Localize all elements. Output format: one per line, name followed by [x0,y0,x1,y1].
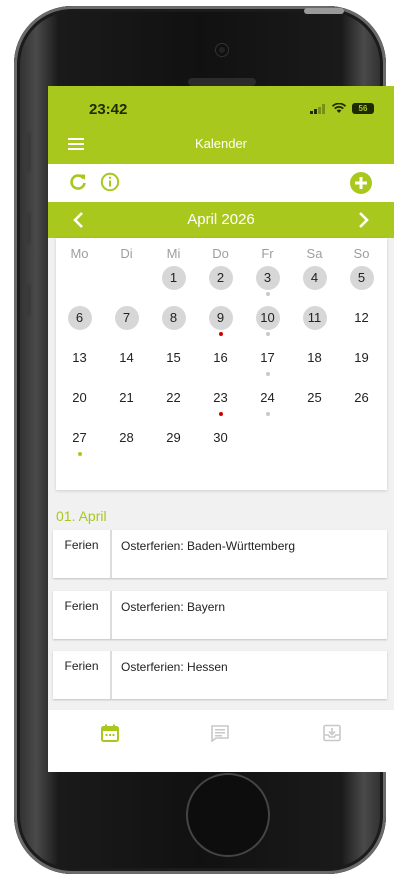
weekday-header: So [353,246,370,261]
calendar-day[interactable]: 29 [162,426,186,450]
event-indicator-dot [265,412,270,416]
weekday-header: Di [120,246,133,261]
calendar-day[interactable]: 14 [115,346,139,370]
earpiece-speaker [188,78,256,86]
tab-bar [48,710,394,772]
event-item[interactable]: Ferien Osterferien: Baden-Württemberg [53,530,387,578]
weekday-header: Do [212,246,229,261]
event-category: Ferien [53,651,112,699]
calendar-day[interactable]: 19 [350,346,374,370]
volume-up-button [23,212,31,244]
status-time: 23:42 [89,101,128,118]
calendar-day[interactable]: 25 [303,386,327,410]
event-title: Osterferien: Hessen [121,660,228,674]
month-navigation: April 2026 [48,202,394,238]
calendar-day[interactable]: 26 [350,386,374,410]
calendar-day[interactable]: 30 [209,426,233,450]
app-bar: Kalender [48,126,394,164]
add-icon[interactable] [350,172,372,194]
event-indicator-dot [265,332,270,336]
calendar-icon[interactable] [100,724,120,742]
calendar-day[interactable]: 4 [302,266,327,290]
month-label: April 2026 [187,211,255,228]
home-button[interactable] [186,773,270,857]
event-title: Osterferien: Bayern [121,600,226,614]
calendar-day[interactable]: 13 [68,346,92,370]
event-category: Ferien [53,530,112,578]
calendar-day[interactable]: 28 [115,426,139,450]
calendar-day[interactable]: 27 [68,426,92,450]
calendar-day[interactable]: 16 [209,346,233,370]
calendar-day[interactable]: 10 [255,306,280,330]
calendar-day[interactable]: 8 [161,306,186,330]
calendar-day[interactable]: 1 [161,266,186,290]
event-indicator-dot [218,412,223,416]
calendar-day[interactable]: 12 [350,306,374,330]
wifi-icon [331,103,347,113]
mute-switch [23,132,31,172]
power-button [304,8,344,14]
calendar-day[interactable]: 2 [208,266,233,290]
app-screen: 23:42 56 Kalender April 2026 Mo Di Mi Do… [48,86,394,772]
calendar-grid: Mo Di Mi Do Fr Sa So 1 2 3 4 5 6 7 8 9 10 11 12 13 14 15 16 17 1… [56,238,387,490]
front-camera [216,44,228,56]
inbox-icon[interactable] [322,724,342,742]
event-item[interactable]: Ferien Osterferien: Bayern [53,591,387,639]
refresh-icon[interactable] [68,172,88,192]
calendar-day[interactable]: 21 [115,386,139,410]
calendar-day[interactable]: 20 [68,386,92,410]
calendar-day[interactable]: 3 [255,266,280,290]
calendar-day[interactable]: 7 [114,306,139,330]
weekday-header: Mi [166,246,181,261]
weekday-header: Mo [70,246,89,261]
event-indicator-dot [77,452,82,456]
weekday-header: Sa [306,246,323,261]
info-icon[interactable] [100,172,120,192]
toolbar [48,164,394,202]
event-indicator-dot [265,372,270,376]
chevron-right-icon[interactable] [358,211,370,229]
calendar-day[interactable]: 6 [67,306,92,330]
calendar-day[interactable]: 22 [162,386,186,410]
battery-icon: 56 [352,103,374,114]
calendar-day[interactable]: 9 [208,306,233,330]
calendar-day[interactable]: 23 [209,386,233,410]
event-category: Ferien [53,591,112,639]
calendar-day[interactable]: 17 [256,346,280,370]
status-bar: 23:42 56 [48,86,394,126]
section-date: 01. April [56,508,107,524]
calendar-day[interactable]: 24 [256,386,280,410]
list-icon[interactable] [210,724,230,742]
volume-down-button [23,284,31,316]
event-title: Osterferien: Baden-Württemberg [121,539,296,553]
calendar-day[interactable]: 11 [302,306,327,330]
weekday-header: Fr [261,246,274,261]
app-title: Kalender [194,136,248,151]
event-indicator-dot [265,292,270,296]
event-item[interactable]: Ferien Osterferien: Hessen [53,651,387,699]
calendar-day[interactable]: 18 [303,346,327,370]
event-indicator-dot [218,332,223,336]
calendar-day[interactable]: 5 [349,266,374,290]
signal-icon [310,103,326,114]
calendar-day[interactable]: 15 [162,346,186,370]
